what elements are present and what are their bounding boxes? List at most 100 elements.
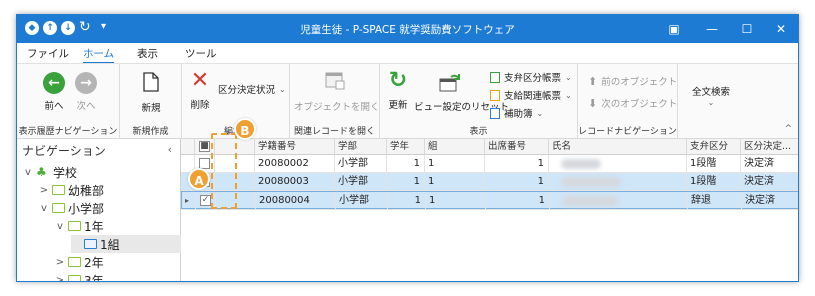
column-header-dept[interactable]: 学部 (335, 139, 387, 155)
column-header-student-no[interactable]: 学籍番号 (255, 139, 335, 155)
report-icon (490, 89, 500, 101)
close-button[interactable]: ✕ (766, 19, 796, 39)
column-header-attend-no[interactable]: 出席番号 (485, 139, 549, 155)
student-grid: ■ 学籍番号 学部 学年 組 出席番号 氏名 支弁区分 区分決定... 2008… (181, 139, 798, 281)
forward-button[interactable]: → 次へ (73, 72, 99, 112)
fulltext-search-button[interactable]: 全文検索 ⌄ (684, 84, 738, 107)
ledger-icon (490, 107, 500, 119)
tree-item-label: 2年 (84, 255, 104, 270)
status-dropdown[interactable]: 区分決定状況 ⌄ (218, 82, 286, 97)
year-cell: 1 (388, 192, 426, 210)
table-row[interactable]: ▸ ✓ 20080004 小学部 1 1 1 辞退 決定済 (181, 191, 798, 210)
expand-toggle-icon[interactable]: > (55, 275, 65, 282)
reset-view-icon (439, 74, 460, 92)
attend-no-cell: 1 (486, 192, 550, 210)
row-indicator-header (181, 139, 195, 155)
tree-item-kindergarten[interactable]: > 幼稚部 (39, 181, 104, 199)
reset-view-button[interactable]: ビュー設定のリセット (414, 72, 509, 113)
new-group: 新規 新規作成 (120, 64, 182, 140)
column-header-kubun[interactable]: 支弁区分 (687, 139, 741, 155)
expand-toggle-icon[interactable]: v (55, 221, 65, 232)
expand-toggle-icon[interactable]: v (39, 203, 49, 214)
column-header-name[interactable]: 氏名 (549, 139, 687, 155)
checkbox-column-highlight (211, 133, 237, 209)
ribbon-display-icon[interactable]: ▣ (659, 19, 689, 39)
tree-item-elementary[interactable]: v 小学部 (39, 199, 104, 217)
dept-cell: 小学部 (335, 155, 387, 173)
next-object-button[interactable]: ⬇ 次のオブジェクト (588, 96, 677, 111)
class-cell: 1 (425, 155, 485, 173)
row-checkbox[interactable]: ✓ (200, 195, 211, 206)
report-menu-2[interactable]: 支給関連帳票 ⌄ (490, 88, 572, 102)
table-row[interactable]: 20080002 小学部 1 1 1 1段階 決定済 (181, 155, 798, 173)
navigation-pane: ナビゲーション ‹ v ♣ 学校 > 幼稚部 v 小学部 v 1年 1組 > 2… (17, 139, 181, 282)
status-cell: 決定済 (741, 173, 798, 191)
student-no-cell: 20080002 (255, 155, 335, 173)
title-bar: ◆ ↑ ↓ ↻ ▾ 児童生徒 - P-SPACE 就学奨励費ソフトウェア ▣ —… (17, 15, 798, 43)
column-header-status[interactable]: 区分決定... (741, 139, 798, 155)
new-group-label: 新規作成 (132, 127, 169, 137)
display-group-label: 表示 (469, 127, 488, 137)
menu-file[interactable]: ファイル (27, 46, 69, 61)
attend-no-cell: 1 (485, 155, 549, 173)
attend-no-cell: 1 (485, 173, 549, 191)
back-button[interactable]: ← 前へ (41, 72, 67, 112)
dept-cell: 小学部 (335, 173, 387, 191)
report-menu-1[interactable]: 支弁区分帳票 ⌄ (490, 70, 572, 84)
name-cell (549, 155, 687, 173)
tree-item-grade-1[interactable]: v 1年 (55, 217, 104, 235)
history-group-label: 表示履歴ナビゲーション (18, 127, 118, 137)
dept-cell: 小学部 (336, 192, 388, 210)
student-no-cell: 20080004 (256, 192, 336, 210)
menu-tools[interactable]: ツール (185, 46, 217, 61)
tree-item-grade-2[interactable]: > 2年 (55, 253, 104, 271)
forward-label: 次へ (76, 101, 96, 112)
new-document-icon (143, 72, 159, 92)
collapse-ribbon-icon[interactable]: ^ (784, 124, 792, 134)
menu-view[interactable]: 表示 (137, 46, 158, 61)
expand-toggle-icon[interactable]: > (39, 185, 49, 196)
redacted-name (562, 196, 618, 206)
expand-toggle-icon[interactable]: > (55, 257, 65, 268)
report-menu-3[interactable]: 補助簿 ⌄ (490, 106, 543, 120)
nav-collapse-icon[interactable]: ‹ (168, 143, 172, 156)
new-button[interactable]: 新規 (134, 72, 168, 114)
new-label: 新規 (141, 103, 161, 114)
prev-object-button[interactable]: ⬆ 前のオブジェクト (588, 74, 677, 89)
up-circle-icon: ⬆ (588, 74, 598, 88)
refresh-arrows-icon: ↻ (388, 68, 408, 93)
menu-bar: ファイル ホーム 表示 ツール (17, 43, 798, 64)
folder-icon (52, 203, 65, 213)
folder-icon (68, 221, 81, 231)
kubun-cell: 1段階 (687, 173, 741, 191)
chevron-down-icon: ⌄ (565, 90, 572, 100)
maximize-button[interactable]: ☐ (732, 19, 762, 39)
name-cell (549, 173, 687, 191)
refresh-button[interactable]: ↻ 更新 (384, 68, 412, 112)
select-all-checkbox[interactable]: ■ (199, 141, 210, 152)
table-row[interactable]: ✓ 20080003 小学部 1 1 1 1段階 決定済 (181, 173, 798, 191)
delete-button[interactable]: ✕ 削除 (186, 68, 214, 112)
delete-x-icon: ✕ (190, 68, 210, 93)
open-object-button[interactable]: オブジェクトを開く (294, 72, 380, 113)
nav-title: ナビゲーション (22, 144, 106, 158)
down-circle-icon: ⬇ (588, 96, 598, 110)
tree-item-school[interactable]: v ♣ 学校 (23, 163, 77, 181)
chevron-down-icon: ⌄ (707, 98, 715, 107)
row-pointer-icon: ▸ (182, 192, 196, 210)
tree-item-class-1[interactable]: 1組 (71, 235, 181, 253)
year-cell: 1 (387, 173, 425, 191)
fulltext-search-label: 全文検索 (691, 87, 730, 98)
tree-item-grade-3[interactable]: > 3年 (55, 271, 104, 282)
menu-home[interactable]: ホーム (83, 46, 115, 64)
expand-toggle-icon[interactable]: v (23, 167, 33, 178)
tree-item-label: 1年 (84, 219, 104, 234)
report-menu-3-label: 補助簿 (504, 109, 533, 120)
column-header-class[interactable]: 組 (425, 139, 485, 155)
minimize-button[interactable]: — (697, 19, 727, 39)
class-cell: 1 (426, 192, 486, 210)
folder-icon (52, 185, 65, 195)
search-group: 全文検索 ⌄ (678, 64, 744, 140)
column-header-year[interactable]: 学年 (387, 139, 425, 155)
callout-a: A (188, 168, 210, 190)
